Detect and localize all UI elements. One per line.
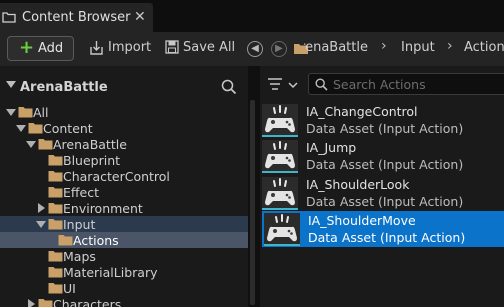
asset-name: IA_ShoulderLook xyxy=(306,177,410,192)
asset-name: IA_ShoulderMove xyxy=(308,213,416,228)
asset-tile[interactable]: IA_ChangeControl Data Asset (Input Action… xyxy=(260,102,504,138)
filter-icon[interactable] xyxy=(266,75,302,95)
tree-item-label: Actions xyxy=(73,233,119,248)
tree-item-label: Blueprint xyxy=(63,153,121,168)
tree-scrollbar[interactable] xyxy=(250,100,255,305)
tree-item-label: All xyxy=(33,105,49,120)
chevron-right-icon: › xyxy=(447,38,453,54)
tree-item-label: Environment xyxy=(63,201,143,216)
import-button[interactable]: Import xyxy=(108,40,151,55)
tree-item-label: MaterialLibrary xyxy=(63,265,158,280)
asset-type: Data Asset (Input Action) xyxy=(306,121,464,136)
breadcrumb-item[interactable]: Actions xyxy=(464,40,504,55)
tree-item-effect[interactable]: Effect xyxy=(0,184,248,200)
breadcrumb-item[interactable]: ArenaBattle xyxy=(304,40,368,55)
save-all-button[interactable]: Save All xyxy=(183,40,235,55)
asset-name: IA_ChangeControl xyxy=(306,104,418,119)
gamepad-icon xyxy=(262,177,298,210)
asset-tile[interactable]: IA_Jump Data Asset (Input Action) xyxy=(260,138,504,174)
tree-item-label: Effect xyxy=(63,185,99,200)
asset-tile[interactable]: IA_ShoulderLook Data Asset (Input Action) xyxy=(260,175,504,211)
content-browser-icon xyxy=(2,12,16,23)
asset-type: Data Asset (Input Action) xyxy=(306,194,464,209)
tree-item-label: ArenaBattle xyxy=(53,137,127,152)
tree-item-actions[interactable]: Actions xyxy=(0,232,248,248)
tab-content-browser[interactable]: Content Browser ✕ xyxy=(0,3,153,32)
tree-item-blueprint[interactable]: Blueprint xyxy=(0,152,248,168)
tree-item-arenabattle[interactable]: ArenaBattle xyxy=(0,136,248,152)
search-input[interactable] xyxy=(333,76,503,92)
chevron-down-icon[interactable] xyxy=(16,125,26,132)
folder-icon xyxy=(18,106,33,118)
chevron-right-icon[interactable] xyxy=(28,299,35,307)
tree-item-environment[interactable]: Environment xyxy=(0,200,248,216)
folder-icon xyxy=(48,218,63,230)
asset-type: Data Asset (Input Action) xyxy=(308,230,466,245)
assets-panel: IA_ChangeControl Data Asset (Input Action… xyxy=(260,66,504,307)
chevron-down-icon[interactable] xyxy=(36,221,46,228)
folder-icon xyxy=(48,282,63,294)
search-field[interactable] xyxy=(308,73,504,95)
sources-header[interactable]: ArenaBattle xyxy=(0,74,248,100)
search-icon xyxy=(315,78,328,91)
tree-item-label: CharacterControl xyxy=(63,169,170,184)
chevron-right-icon[interactable] xyxy=(38,203,45,213)
folder-icon xyxy=(48,154,63,166)
tree-item-characters[interactable]: Characters xyxy=(0,296,248,307)
back-icon[interactable]: ◀ xyxy=(247,41,263,57)
asset-name: IA_Jump xyxy=(306,140,357,155)
sources-panel: ArenaBattle All Content ArenaBattle Bluepri… xyxy=(0,66,248,307)
folder-icon xyxy=(48,266,63,278)
chevron-down-icon[interactable] xyxy=(26,141,36,148)
import-icon xyxy=(90,41,103,55)
asset-tile[interactable]: IA_ShoulderMove Data Asset (Input Action) xyxy=(262,211,504,247)
gamepad-icon xyxy=(262,140,298,173)
folder-icon xyxy=(48,170,63,182)
folder-icon xyxy=(48,250,63,262)
tree-item-label: Input xyxy=(63,217,96,232)
tree-item-label: Content xyxy=(43,121,93,136)
folder-icon xyxy=(38,138,53,150)
tree-item-ui[interactable]: UI xyxy=(0,280,248,296)
folder-icon xyxy=(38,298,53,307)
folder-icon xyxy=(48,186,63,198)
sources-title: ArenaBattle xyxy=(20,80,108,95)
tree-item-charactercontrol[interactable]: CharacterControl xyxy=(0,168,248,184)
tree-item-all[interactable]: All xyxy=(0,104,248,120)
tree-item-label: Maps xyxy=(63,249,96,264)
tab-title: Content Browser xyxy=(22,10,131,25)
add-button[interactable]: + Add xyxy=(7,36,74,61)
tree-item-content[interactable]: Content xyxy=(0,120,248,136)
plus-icon: + xyxy=(19,37,35,58)
folder-icon xyxy=(48,202,63,214)
add-label: Add xyxy=(38,41,64,56)
tree-item-materiallibrary[interactable]: MaterialLibrary xyxy=(0,264,248,280)
tree-item-input[interactable]: Input xyxy=(0,216,248,232)
toolbar: + Add Import Save All ◀ ▶ ArenaBattle › … xyxy=(0,32,504,66)
chevron-down-icon[interactable] xyxy=(6,109,16,116)
folder-icon xyxy=(58,234,73,246)
tree-item-maps[interactable]: Maps xyxy=(0,248,248,264)
tab-bar: Content Browser ✕ xyxy=(0,0,504,32)
folder-icon xyxy=(28,122,43,134)
breadcrumb-item[interactable]: Input xyxy=(401,40,435,55)
chevron-right-icon: › xyxy=(381,38,387,54)
forward-icon[interactable]: ▶ xyxy=(271,41,287,57)
close-icon[interactable]: ✕ xyxy=(134,9,146,25)
gamepad-icon xyxy=(262,104,298,137)
tree-item-label: UI xyxy=(63,281,76,296)
asset-type: Data Asset (Input Action) xyxy=(306,157,464,172)
gamepad-icon xyxy=(264,213,300,246)
tree-item-label: Characters xyxy=(53,297,122,307)
collapse-arrow-icon[interactable] xyxy=(6,81,16,88)
search-icon[interactable] xyxy=(221,79,237,95)
save-icon xyxy=(165,40,179,54)
